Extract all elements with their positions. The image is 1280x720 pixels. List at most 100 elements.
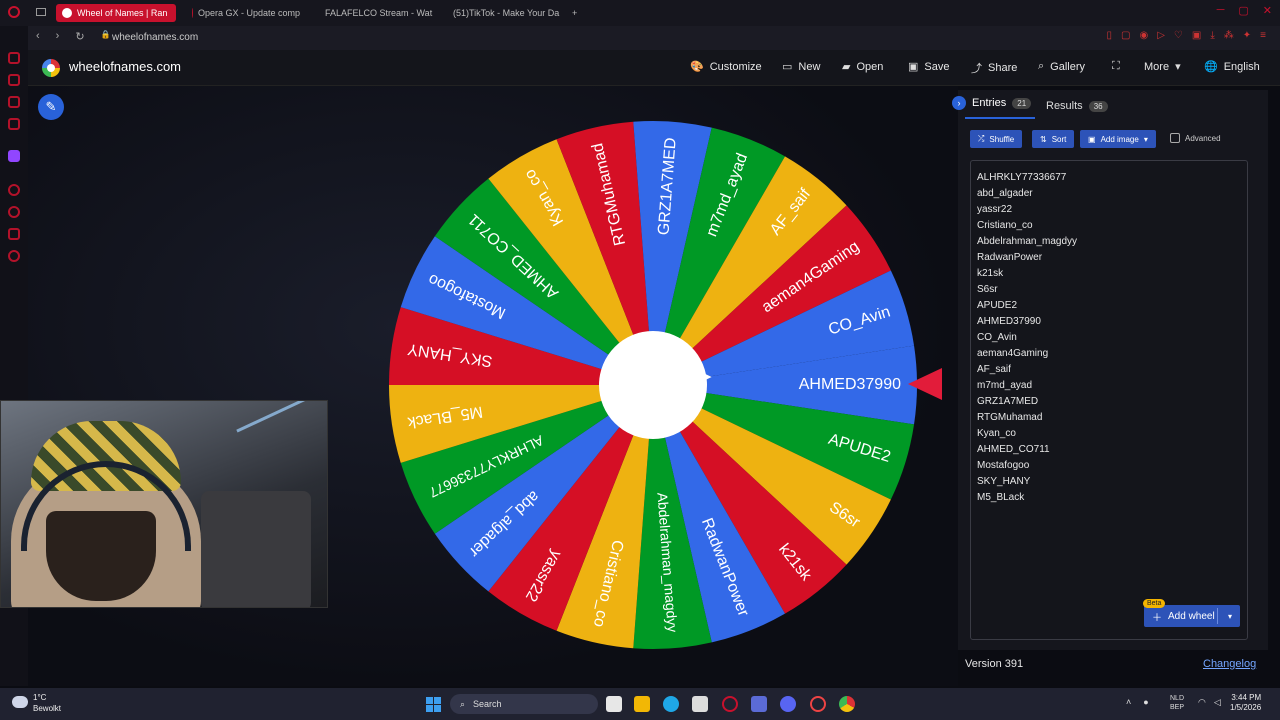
entry-item[interactable]: yassr22 <box>977 202 1077 218</box>
wallet-icon[interactable]: ▣ <box>1192 30 1201 41</box>
sidebar-app-icon[interactable] <box>8 228 20 240</box>
entry-item[interactable]: RadwanPower <box>977 250 1077 266</box>
language-button[interactable]: 🌐 English <box>1204 60 1260 74</box>
task-view-icon[interactable] <box>606 696 622 712</box>
app-icon[interactable] <box>751 696 767 712</box>
close-icon[interactable]: ✕ <box>1263 4 1272 17</box>
player-icon[interactable]: ▷ <box>1157 30 1165 41</box>
entry-item[interactable]: Abdelrahman_magdyy <box>977 234 1077 250</box>
entry-item[interactable]: k21sk <box>977 266 1077 282</box>
tab-menu-icon[interactable] <box>36 8 46 16</box>
cloud-icon[interactable] <box>12 696 28 708</box>
microphone-icon[interactable]: ● <box>1143 697 1148 707</box>
history-icon[interactable] <box>8 206 20 218</box>
entry-item[interactable]: Cristiano_co <box>977 218 1077 234</box>
sidebar-app-icon[interactable] <box>8 118 20 130</box>
new-tab-button[interactable]: + <box>566 4 584 22</box>
entry-item[interactable]: AF_saif <box>977 362 1077 378</box>
keyboard-language[interactable]: NLD BEP <box>1170 694 1184 712</box>
menu-icon[interactable]: ≡ <box>1260 30 1266 41</box>
snapshot-icon[interactable]: ▢ <box>1121 30 1130 41</box>
adblock-icon[interactable]: ◉ <box>1139 30 1148 41</box>
entry-item[interactable]: AHMED37990 <box>977 314 1077 330</box>
site-title[interactable]: wheelofnames.com <box>69 59 181 74</box>
chevron-right-icon[interactable]: › <box>952 96 966 110</box>
sort-button[interactable]: ⇅ Sort <box>1032 130 1075 148</box>
customize-button[interactable]: 🎨 Customize <box>690 60 762 74</box>
entry-item[interactable]: SKY_HANY <box>977 474 1077 490</box>
advanced-checkbox[interactable]: Advanced <box>1170 133 1221 143</box>
windows-start-icon[interactable] <box>426 697 441 712</box>
entry-item[interactable]: Mostafogoo <box>977 458 1077 474</box>
clock[interactable]: 3:44 PM 1/5/2026 <box>1230 693 1261 713</box>
wheel-logo-icon[interactable] <box>42 59 60 77</box>
settings-icon[interactable] <box>8 250 20 262</box>
shuffle-button[interactable]: ⤮ Shuffle <box>970 130 1023 148</box>
entry-item[interactable]: GRZ1A7MED <box>977 394 1077 410</box>
sidebar-app-icon[interactable] <box>8 52 20 64</box>
edge-icon[interactable] <box>663 696 679 712</box>
reload-icon[interactable]: ↻ <box>75 30 84 43</box>
wheel[interactable]: AHMED37990APUDE2S6srk21skRadwanPowerAbde… <box>388 120 918 650</box>
maximize-icon[interactable]: ▢ <box>1238 4 1248 17</box>
chevron-up-icon[interactable]: ˄ <box>1126 697 1131 707</box>
tab-entries[interactable]: › Entries 21 <box>952 96 1032 110</box>
entry-item[interactable]: Kyan_co <box>977 426 1077 442</box>
browser-tab-2[interactable]: Opera GX - Update comp <box>186 4 306 22</box>
checkbox-icon[interactable] <box>1170 133 1180 143</box>
entry-item[interactable]: CO_Avin <box>977 330 1077 346</box>
heart-icon[interactable]: ♡ <box>1174 30 1183 41</box>
file-explorer-icon[interactable] <box>634 696 650 712</box>
taskbar-search[interactable]: ⌕ Search <box>450 694 598 714</box>
bookmark-icon[interactable]: ▯ <box>1107 30 1113 41</box>
weather-temp[interactable]: 1°C <box>33 693 46 702</box>
extensions-icon[interactable]: ⁂ <box>1224 30 1234 41</box>
entry-item[interactable]: S6sr <box>977 282 1077 298</box>
back-icon[interactable]: ‹ <box>36 30 40 43</box>
entry-item[interactable]: M5_BLack <box>977 490 1077 506</box>
weather-desc[interactable]: Bewolkt <box>33 704 61 713</box>
ai-icon[interactable]: ✦ <box>1243 30 1251 41</box>
add-wheel-button[interactable]: ＋ Add wheel ▾ <box>1144 605 1240 627</box>
wheel-hub[interactable] <box>599 331 707 439</box>
forward-icon[interactable]: › <box>56 30 60 43</box>
opera-gx-icon[interactable] <box>722 696 738 712</box>
entry-item[interactable]: ALHRKLY77336677 <box>977 170 1077 186</box>
download-icon[interactable]: ⤓ <box>1210 30 1214 41</box>
store-icon[interactable] <box>692 696 708 712</box>
chevron-down-icon[interactable]: ▾ <box>1228 612 1232 621</box>
url-field[interactable]: wheelofnames.com <box>112 32 198 43</box>
entry-item[interactable]: abd_algader <box>977 186 1077 202</box>
share-button[interactable]: ⤴ Share <box>971 60 1017 76</box>
entries-list[interactable]: ALHRKLY77336677 abd_algader yassr22 Cristia… <box>977 170 1077 506</box>
opera-logo-icon[interactable] <box>8 6 20 18</box>
browser-tab-4[interactable]: (51)TikTok - Make Your Da <box>442 4 562 22</box>
gallery-button[interactable]: ⌕ Gallery <box>1038 60 1085 73</box>
entry-item[interactable]: aeman4Gaming <box>977 346 1077 362</box>
twitch-icon[interactable] <box>8 150 20 162</box>
open-button[interactable]: ▰ Open <box>842 60 883 74</box>
chrome-icon[interactable] <box>839 696 855 712</box>
pencil-icon[interactable]: ✎ <box>38 94 64 120</box>
sidebar-app-icon[interactable] <box>8 96 20 108</box>
more-button[interactable]: More ▾ <box>1144 60 1181 74</box>
new-button[interactable]: ▭ New <box>782 60 820 74</box>
entry-item[interactable]: APUDE2 <box>977 298 1077 314</box>
app-icon[interactable] <box>810 696 826 712</box>
save-button[interactable]: ▣ Save <box>908 60 949 74</box>
sidebar-app-icon[interactable] <box>8 184 20 196</box>
wifi-icon[interactable]: ◠ <box>1198 697 1206 708</box>
volume-icon[interactable]: ◁ <box>1214 697 1221 708</box>
entry-item[interactable]: RTGMuhamad <box>977 410 1077 426</box>
changelog-link[interactable]: Changelog <box>1203 658 1256 670</box>
sidebar-app-icon[interactable] <box>8 74 20 86</box>
browser-tab-3[interactable]: FALAFELCO Stream - Wat <box>314 4 436 22</box>
add-image-button[interactable]: ▣ Add image ▾ <box>1080 130 1156 148</box>
entry-item[interactable]: m7md_ayad <box>977 378 1077 394</box>
fullscreen-button[interactable]: ⛶ <box>1112 60 1120 73</box>
minimize-icon[interactable]: ─ <box>1217 4 1225 17</box>
entry-item[interactable]: AHMED_CO711 <box>977 442 1077 458</box>
browser-tab-1[interactable]: Wheel of Names | Ran <box>56 4 176 22</box>
discord-icon[interactable] <box>780 696 796 712</box>
tab-results[interactable]: Results 36 <box>1046 100 1108 112</box>
